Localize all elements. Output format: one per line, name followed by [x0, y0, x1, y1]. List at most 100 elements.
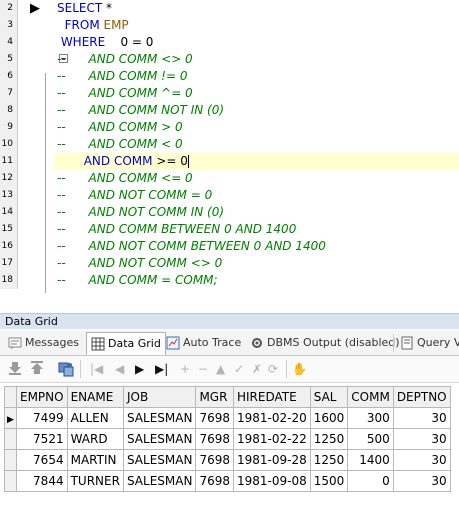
column-header[interactable]: COMM [347, 386, 394, 408]
table-cell[interactable]: 1500 [309, 470, 349, 492]
table-row[interactable]: 7844 TURNER SALESMAN 7698 1981-09-08 1500 0 30 [4, 470, 451, 492]
row-indicator[interactable] [4, 449, 17, 471]
editor-line[interactable]: 8 -- AND COMM NOT IN (0) [0, 102, 459, 119]
row-indicator[interactable] [4, 470, 17, 492]
editor-line[interactable]: 5 -- AND COMM <> 0 [0, 51, 459, 68]
table-cell[interactable]: 1981-02-20 [232, 407, 311, 429]
editor-line[interactable]: 6 -- AND COMM != 0 [0, 68, 459, 85]
editor-line[interactable]: 16 -- AND NOT COMM BETWEEN 0 AND 1400 [0, 238, 459, 255]
sql-editor[interactable]: 2 ▶ SELECT * 3 FROM EMP 4 WHERE 0 = 0 5 -- AND… [0, 0, 459, 308]
table-cell[interactable]: 300 [347, 407, 394, 429]
editor-line[interactable]: 2 ▶ SELECT * [0, 0, 459, 17]
code-token: -- AND COMM > 0 [57, 120, 183, 134]
column-header[interactable]: EMPNO [16, 386, 68, 408]
table-cell[interactable]: 7698 [195, 428, 234, 450]
save-grid-icon[interactable] [58, 361, 74, 381]
table-cell[interactable]: MARTIN [66, 449, 124, 471]
next-record-icon[interactable]: ▶ [135, 361, 144, 377]
tab-messages[interactable]: Messages [8, 332, 79, 354]
row-indicator[interactable]: ▶ [4, 407, 17, 429]
editor-line[interactable]: 17 -- AND NOT COMM <> 0 [0, 255, 459, 272]
editor-margin [18, 204, 54, 221]
code-token: 0 = 0 [105, 35, 154, 49]
editor-margin [18, 102, 54, 119]
editor-line[interactable]: 9 -- AND COMM > 0 [0, 119, 459, 136]
editor-line[interactable]: 3 FROM EMP [0, 17, 459, 34]
first-record-icon[interactable]: |◀ [90, 361, 103, 377]
table-cell[interactable]: 1400 [347, 449, 394, 471]
table-cell[interactable]: TURNER [66, 470, 124, 492]
column-header[interactable]: MGR [195, 386, 234, 408]
table-cell[interactable]: ALLEN [66, 407, 124, 429]
last-record-icon[interactable]: ▶| [155, 361, 168, 377]
table-cell[interactable]: 1600 [309, 407, 349, 429]
column-header[interactable]: SAL [309, 386, 349, 408]
post-edit-icon[interactable]: ✓ [234, 361, 244, 377]
column-header[interactable]: DEPTNO [392, 386, 451, 408]
table-cell[interactable]: 7499 [16, 407, 68, 429]
export-down-icon[interactable] [8, 361, 22, 379]
column-header[interactable]: JOB [122, 386, 197, 408]
table-cell[interactable]: 0 [347, 470, 394, 492]
table-row[interactable]: ▶ 7499 ALLEN SALESMAN 7698 1981-02-20 1600 300 3… [4, 407, 451, 429]
line-number: 11 [0, 153, 18, 170]
column-header[interactable]: HIREDATE [232, 386, 311, 408]
table-row[interactable]: 7654 MARTIN SALESMAN 7698 1981-09-28 1250 1400… [4, 449, 451, 471]
tab-query-viewer[interactable]: Query Vi [400, 332, 459, 354]
editor-line[interactable]: 4 WHERE 0 = 0 [0, 34, 459, 51]
column-header[interactable]: ENAME [66, 386, 124, 408]
table-cell[interactable]: WARD [66, 428, 124, 450]
table-cell[interactable]: 1250 [309, 428, 349, 450]
row-indicator[interactable] [4, 428, 17, 450]
table-cell[interactable]: 500 [347, 428, 394, 450]
hand-icon[interactable]: ✋ [292, 361, 307, 377]
table-cell[interactable]: 7698 [195, 449, 234, 471]
table-cell[interactable]: 7654 [16, 449, 68, 471]
table-cell[interactable]: 30 [392, 428, 451, 450]
table-cell[interactable]: 1981-02-22 [232, 428, 311, 450]
editor-margin [18, 68, 54, 85]
line-number: 6 [0, 68, 18, 85]
table-cell[interactable]: SALESMAN [122, 407, 197, 429]
code-token: EMP [99, 18, 129, 32]
table-cell[interactable]: 1981-09-28 [232, 449, 311, 471]
import-up-icon[interactable] [30, 361, 44, 379]
table-cell[interactable]: 7698 [195, 470, 234, 492]
table-cell[interactable]: 7521 [16, 428, 68, 450]
insert-record-icon[interactable]: + [180, 361, 190, 377]
editor-line[interactable]: 11 AND COMM >= 0 [0, 153, 459, 170]
delete-record-icon[interactable]: − [198, 361, 208, 377]
table-cell[interactable]: 30 [392, 449, 451, 471]
editor-line[interactable]: 12 -- AND COMM <= 0 [0, 170, 459, 187]
code-token: -- AND COMM <> 0 [57, 52, 193, 66]
editor-margin [18, 153, 54, 170]
editor-line[interactable]: 7 -- AND COMM ^= 0 [0, 85, 459, 102]
editor-line[interactable]: 13 -- AND NOT COMM = 0 [0, 187, 459, 204]
tab-query-viewer-label: Query Vi [417, 336, 459, 349]
editor-margin: ▶ [18, 0, 54, 17]
tab-auto-trace[interactable]: Auto Trace [166, 332, 241, 354]
table-cell[interactable]: 1981-09-08 [232, 470, 311, 492]
table-cell[interactable]: SALESMAN [122, 470, 197, 492]
tab-dbms-output[interactable]: DBMS Output (disabled) [250, 332, 400, 354]
table-cell[interactable]: 7844 [16, 470, 68, 492]
tab-data-grid[interactable]: Data Grid [86, 332, 166, 355]
table-cell[interactable]: SALESMAN [122, 428, 197, 450]
table-cell[interactable]: 7698 [195, 407, 234, 429]
table-row[interactable]: 7521 WARD SALESMAN 7698 1981-02-22 1250 500 30 [4, 428, 451, 450]
table-cell[interactable]: 1250 [309, 449, 349, 471]
editor-margin [18, 221, 54, 238]
code-text: -- AND COMM ^= 0 [57, 85, 193, 102]
prev-record-icon[interactable]: ◀ [115, 361, 124, 377]
editor-line[interactable]: 10 -- AND COMM < 0 [0, 136, 459, 153]
table-cell[interactable]: 30 [392, 470, 451, 492]
refresh-icon[interactable]: ⟳ [268, 361, 278, 377]
editor-line[interactable]: 15 -- AND COMM BETWEEN 0 AND 1400 [0, 221, 459, 238]
edit-record-icon[interactable]: ▲ [216, 361, 225, 377]
editor-line[interactable]: 14 -- AND NOT COMM IN (0) [0, 204, 459, 221]
editor-line[interactable]: 18 -- AND COMM = COMM; [0, 272, 459, 289]
table-cell[interactable]: SALESMAN [122, 449, 197, 471]
code-token: -- AND NOT COMM BETWEEN 0 AND 1400 [57, 239, 326, 253]
cancel-edit-icon[interactable]: ✗ [252, 361, 262, 377]
table-cell[interactable]: 30 [392, 407, 451, 429]
